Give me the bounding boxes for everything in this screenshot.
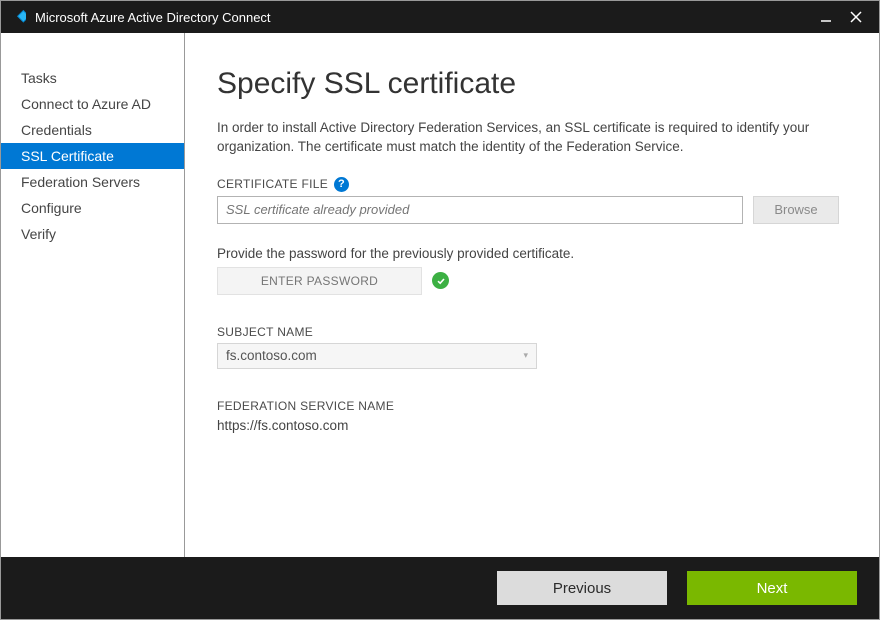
page-title: Specify SSL certificate (217, 67, 839, 101)
help-icon[interactable]: ? (334, 177, 349, 192)
sidebar-item-ssl-certificate[interactable]: SSL Certificate (1, 143, 184, 169)
federation-service-name-label: FEDERATION SERVICE NAME (217, 399, 839, 413)
password-hint: Provide the password for the previously … (217, 246, 839, 261)
window-root: Microsoft Azure Active Directory Connect… (0, 0, 880, 620)
sidebar-item-tasks[interactable]: Tasks (1, 65, 184, 91)
window-title: Microsoft Azure Active Directory Connect (35, 10, 811, 25)
close-button[interactable] (841, 1, 871, 33)
footer: Previous Next (1, 557, 879, 619)
subject-name-selected-value: fs.contoso.com (226, 348, 317, 363)
certificate-file-row: Browse (217, 196, 839, 224)
sidebar-item-configure[interactable]: Configure (1, 195, 184, 221)
certificate-file-label: CERTIFICATE FILE ? (217, 177, 839, 192)
password-input[interactable] (217, 267, 422, 295)
app-icon (7, 7, 27, 27)
main-content: Specify SSL certificate In order to inst… (185, 33, 879, 557)
body-area: Tasks Connect to Azure AD Credentials SS… (1, 33, 879, 557)
sidebar-item-credentials[interactable]: Credentials (1, 117, 184, 143)
titlebar: Microsoft Azure Active Directory Connect (1, 1, 879, 33)
chevron-down-icon: ▾ (523, 350, 528, 361)
check-icon (432, 272, 449, 289)
sidebar: Tasks Connect to Azure AD Credentials SS… (1, 33, 185, 557)
subject-name-label: SUBJECT NAME (217, 325, 839, 339)
certificate-file-label-text: CERTIFICATE FILE (217, 177, 328, 191)
minimize-button[interactable] (811, 1, 841, 33)
intro-text: In order to install Active Directory Fed… (217, 119, 839, 157)
subject-name-select[interactable]: fs.contoso.com ▾ (217, 343, 537, 369)
federation-service-name-value: https://fs.contoso.com (217, 418, 839, 433)
sidebar-item-verify[interactable]: Verify (1, 221, 184, 247)
password-row (217, 267, 839, 295)
next-button[interactable]: Next (687, 571, 857, 605)
sidebar-item-connect-azure-ad[interactable]: Connect to Azure AD (1, 91, 184, 117)
sidebar-item-federation-servers[interactable]: Federation Servers (1, 169, 184, 195)
certificate-file-input[interactable] (217, 196, 743, 224)
browse-button[interactable]: Browse (753, 196, 839, 224)
previous-button[interactable]: Previous (497, 571, 667, 605)
